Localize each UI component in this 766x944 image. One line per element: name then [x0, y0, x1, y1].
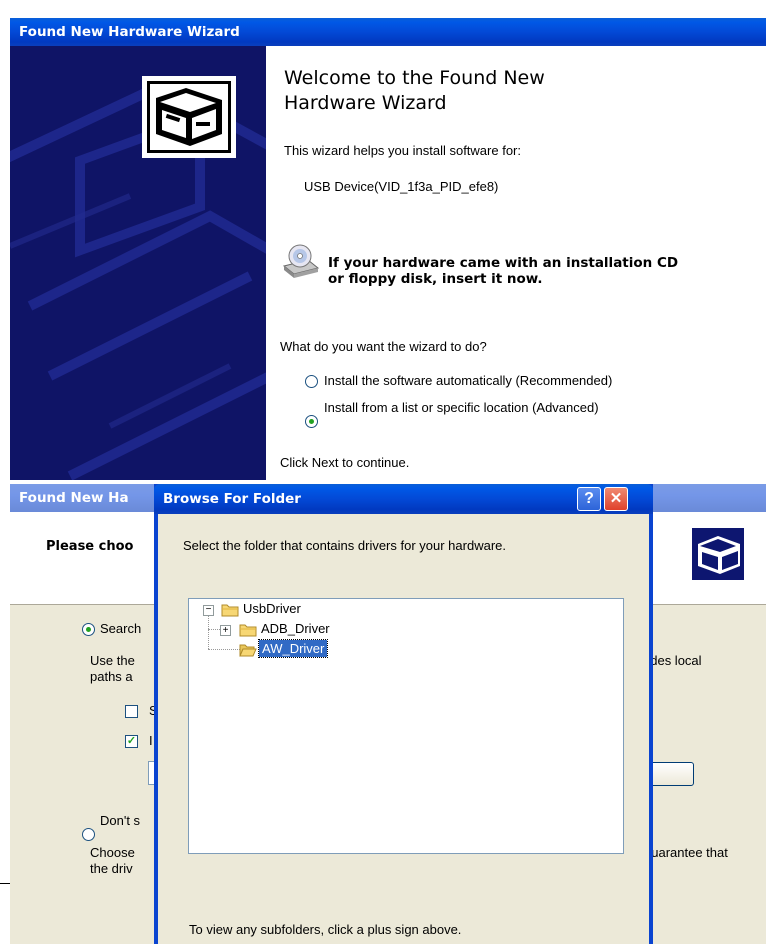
help-button[interactable]: ?: [577, 487, 601, 511]
wizard1-titlebar[interactable]: Found New Hardware Wizard: [10, 18, 766, 46]
browse-client-area: Select the folder that contains drivers …: [158, 514, 649, 944]
dont-search-radio[interactable]: [82, 828, 95, 841]
option-auto-label[interactable]: Install the software automatically (Reco…: [324, 373, 612, 388]
option-list-radio[interactable]: [305, 415, 318, 428]
tree-label-usbdriver[interactable]: UsbDriver: [243, 601, 301, 616]
wizard1-device: USB Device(VID_1f3a_PID_efe8): [304, 179, 499, 194]
choose-text-line2: the driv: [90, 861, 133, 876]
browse-instruction: Select the folder that contains drivers …: [183, 538, 506, 553]
close-icon: ✕: [609, 490, 623, 507]
search-removable-checkbox[interactable]: [125, 705, 138, 718]
folder-icon: [239, 623, 257, 637]
hardware-box-icon: [142, 76, 236, 158]
tree-item-aw-driver[interactable]: AW_Driver: [189, 639, 489, 659]
search-radio[interactable]: [82, 623, 95, 636]
cd-text-line2: or floppy disk, insert it now.: [328, 271, 543, 287]
hardware-box-small-icon: [690, 524, 746, 584]
cd-drive-icon: [280, 242, 320, 282]
close-button[interactable]: ✕: [604, 487, 628, 511]
help-icon: ?: [584, 490, 594, 507]
wizard2-title: Found New Ha: [19, 490, 129, 506]
tree-label-adb-driver[interactable]: ADB_Driver: [261, 621, 330, 636]
wizard1-next-hint: Click Next to continue.: [280, 455, 410, 470]
folder-icon: [221, 603, 239, 617]
wizard1-question: What do you want the wizard to do?: [280, 339, 487, 354]
wizard-window-1: Found New Hardware Wizard Welcome to the…: [0, 0, 766, 480]
option-auto-radio[interactable]: [305, 375, 318, 388]
use-text-line1: Use the: [90, 653, 135, 668]
choose-text-line1-tail: guarantee that: [644, 845, 728, 860]
wizard1-cd-text: If your hardware came with an installati…: [328, 255, 678, 287]
wizard1-title: Found New Hardware Wizard: [19, 24, 240, 40]
include-location-checkbox[interactable]: ✓: [125, 735, 138, 748]
wizard1-banner: [10, 46, 266, 480]
wizard1-intro: This wizard helps you install software f…: [284, 143, 521, 158]
wizard1-heading: Welcome to the Found New Hardware Wizard: [284, 66, 744, 116]
dont-search-label[interactable]: Don't s: [100, 813, 140, 828]
folder-open-icon: [239, 643, 257, 657]
choose-text-line1: Choose: [90, 845, 135, 860]
browse-title: Browse For Folder: [163, 491, 301, 507]
search-radio-label[interactable]: Search: [100, 621, 141, 636]
include-location-label[interactable]: I: [149, 733, 153, 748]
folder-tree[interactable]: − UsbDriver + ADB_Driver AW_Driver: [188, 598, 624, 854]
tree-label-aw-driver[interactable]: AW_Driver: [257, 639, 329, 658]
browse-footer: To view any subfolders, click a plus sig…: [189, 922, 462, 937]
option-list-label[interactable]: Install from a list or specific location…: [324, 400, 599, 415]
tree-item-usbdriver[interactable]: − UsbDriver: [189, 599, 489, 619]
collapse-icon[interactable]: −: [203, 605, 214, 616]
cd-text-line1: If your hardware came with an installati…: [328, 255, 679, 271]
wizard1-heading-line2: Hardware Wizard: [284, 92, 447, 114]
browse-folder-dialog: Browse For Folder ? ✕ Select the folder …: [154, 484, 653, 944]
expand-icon[interactable]: +: [220, 625, 231, 636]
background-line: [0, 883, 10, 884]
wizard2-heading: Please choo: [46, 539, 134, 554]
tree-item-adb-driver[interactable]: + ADB_Driver: [189, 619, 489, 639]
use-text-line2: paths a: [90, 669, 133, 684]
wizard1-heading-line1: Welcome to the Found New: [284, 67, 545, 89]
